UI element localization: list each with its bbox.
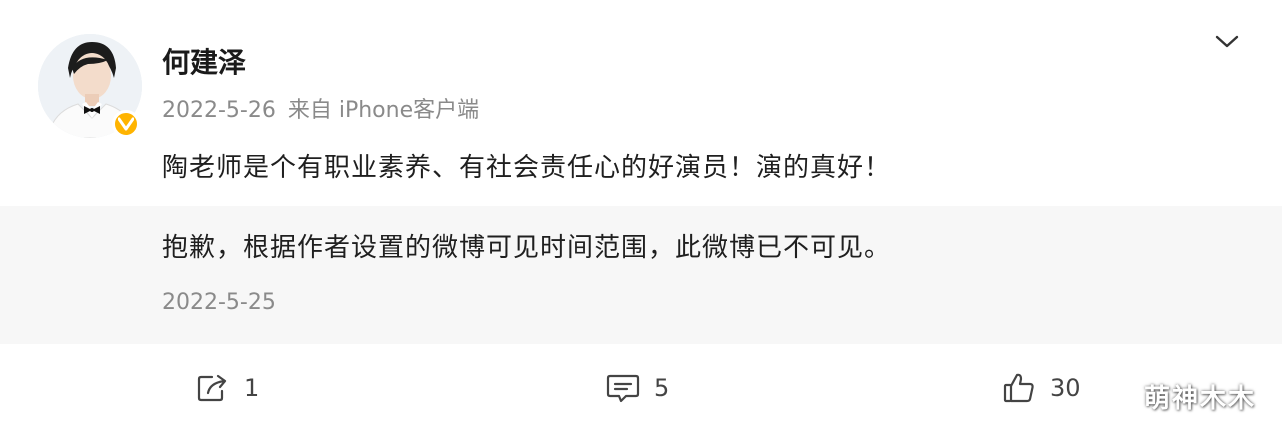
weibo-post-card: 何建泽 2022-5-26 来自 iPhone客户端 陶老师是个有职业素养、有社会… [0, 0, 1282, 432]
comment-count: 5 [654, 374, 670, 402]
comment-icon [606, 374, 640, 403]
comment-button[interactable]: 5 [606, 368, 669, 408]
like-count: 30 [1050, 374, 1081, 402]
thumbs-up-icon [1003, 373, 1034, 403]
action-bar: 1 5 30 [0, 344, 1282, 432]
retweet-date: 2022-5-25 [162, 290, 276, 315]
share-button[interactable]: 1 [196, 368, 259, 408]
post-meta: 2022-5-26 来自 iPhone客户端 [162, 96, 491, 126]
watermark: 萌神木木 [1144, 384, 1257, 414]
share-count: 1 [244, 374, 260, 402]
username[interactable]: 何建泽 [162, 44, 246, 82]
verified-badge [112, 110, 140, 138]
retweet-text: 抱歉，根据作者设置的微博可见时间范围，此微博已不可见。 [162, 233, 892, 263]
share-icon [197, 374, 227, 402]
like-button[interactable]: 30 [1002, 368, 1081, 408]
retweet-block: 抱歉，根据作者设置的微博可见时间范围，此微博已不可见。 2022-5-25 [0, 206, 1282, 344]
verified-v-icon [118, 117, 134, 131]
post-date: 2022-5-26 [162, 98, 276, 123]
post-source: 来自 iPhone客户端 [287, 98, 480, 123]
post-text: 陶老师是个有职业素养、有社会责任心的好演员！演的真好！ [162, 153, 892, 183]
chevron-down-icon[interactable] [1212, 30, 1242, 54]
